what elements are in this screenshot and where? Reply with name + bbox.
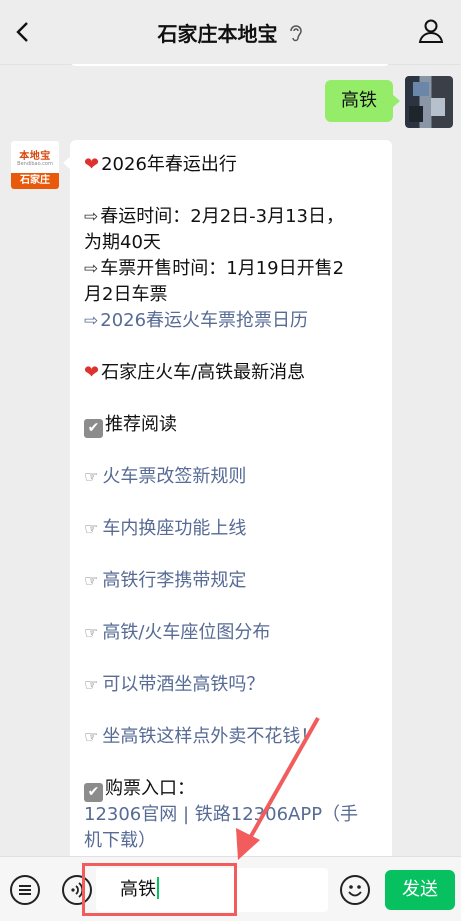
- message-input-value: 高铁: [120, 879, 156, 900]
- checkbox-icon: ✔: [84, 419, 103, 438]
- pointing-hand-icon: ☞: [84, 623, 99, 642]
- message-link[interactable]: ⇨ 2026春运火车票抢票日历: [84, 308, 384, 334]
- send-button[interactable]: 发送: [385, 870, 455, 910]
- menu-list-icon[interactable]: [10, 875, 40, 905]
- previous-message-bubble: [70, 64, 390, 66]
- account-avatar[interactable]: 本地宝 Bendibao.com 石家庄: [10, 140, 60, 190]
- avatar-city-band: 石家庄: [11, 173, 59, 189]
- text-caret: [157, 877, 159, 899]
- pointing-hand-icon: ☞: [84, 519, 99, 538]
- pointing-hand-icon: ☞: [84, 571, 99, 590]
- message-link[interactable]: ☞ 可以带酒坐高铁吗？: [84, 672, 384, 698]
- chat-header: 石家庄本地宝: [0, 0, 461, 65]
- message-input[interactable]: 高铁: [96, 868, 328, 912]
- heart-icon: ❤: [84, 362, 100, 383]
- emoji-icon[interactable]: [340, 875, 370, 905]
- chat-title: 石家庄本地宝: [157, 22, 278, 46]
- pointing-hand-icon: ☞: [84, 675, 99, 694]
- avatar-logo-text: 本地宝: [19, 151, 51, 162]
- right-arrow-icon: ⇨: [84, 259, 99, 279]
- message-line: ✔ 推荐阅读: [84, 412, 384, 438]
- chat-title-container: 石家庄本地宝: [0, 18, 461, 47]
- outgoing-message-bubble[interactable]: 高铁: [325, 80, 400, 122]
- incoming-message-bubble: ❤ 2026年春运出行 ⇨ 春运时间：2月2日-3月13日， 为期40天 ⇨ 车票开售…: [63, 140, 392, 856]
- message-link[interactable]: ☞ 火车票改签新规则: [84, 464, 384, 490]
- voice-icon[interactable]: [62, 875, 92, 905]
- message-link[interactable]: 12306官网 | 铁路12306APP（手: [84, 802, 384, 828]
- message-line: ✔ 购票入口：: [84, 776, 384, 802]
- message-line: 月2日车票: [84, 284, 168, 305]
- right-arrow-icon: ⇨: [84, 207, 99, 227]
- right-arrow-icon: ⇨: [84, 311, 99, 331]
- avatar-logo-domain: Bendibao.com: [17, 161, 53, 167]
- message-link[interactable]: 机下载）: [84, 828, 384, 854]
- heart-icon: ❤: [84, 154, 100, 175]
- pointing-hand-icon: ☞: [84, 727, 99, 746]
- message-link[interactable]: ☞ 高铁/火车座位图分布: [84, 620, 384, 646]
- pointing-hand-icon: ☞: [84, 467, 99, 486]
- chat-area[interactable]: 高铁 本地宝 Bendibao.com 石家庄 ❤ 2026年春运出行 ⇨ 春运时间…: [0, 64, 461, 856]
- message-link[interactable]: ☞ 坐高铁这样点外卖不花钱！: [84, 724, 384, 750]
- message-line: 为期40天: [84, 232, 161, 253]
- checkbox-icon: ✔: [84, 783, 103, 802]
- message-link[interactable]: ☞ 高铁行李携带规定: [84, 568, 384, 594]
- message-link[interactable]: ☞ 车内换座功能上线: [84, 516, 384, 542]
- user-icon[interactable]: [417, 17, 445, 45]
- message-line: ❤ 石家庄火车/高铁最新消息: [84, 362, 306, 383]
- message-line: ⇨ 春运时间：2月2日-3月13日，: [84, 206, 345, 227]
- message-line: ❤ 2026年春运出行: [84, 154, 237, 175]
- ear-icon: [289, 24, 302, 41]
- message-line: ⇨ 车票开售时间：1月19日开售2: [84, 258, 345, 279]
- input-bar: 高铁 发送: [0, 856, 461, 921]
- my-avatar[interactable]: [405, 76, 453, 128]
- outgoing-message-text: 高铁: [341, 90, 377, 111]
